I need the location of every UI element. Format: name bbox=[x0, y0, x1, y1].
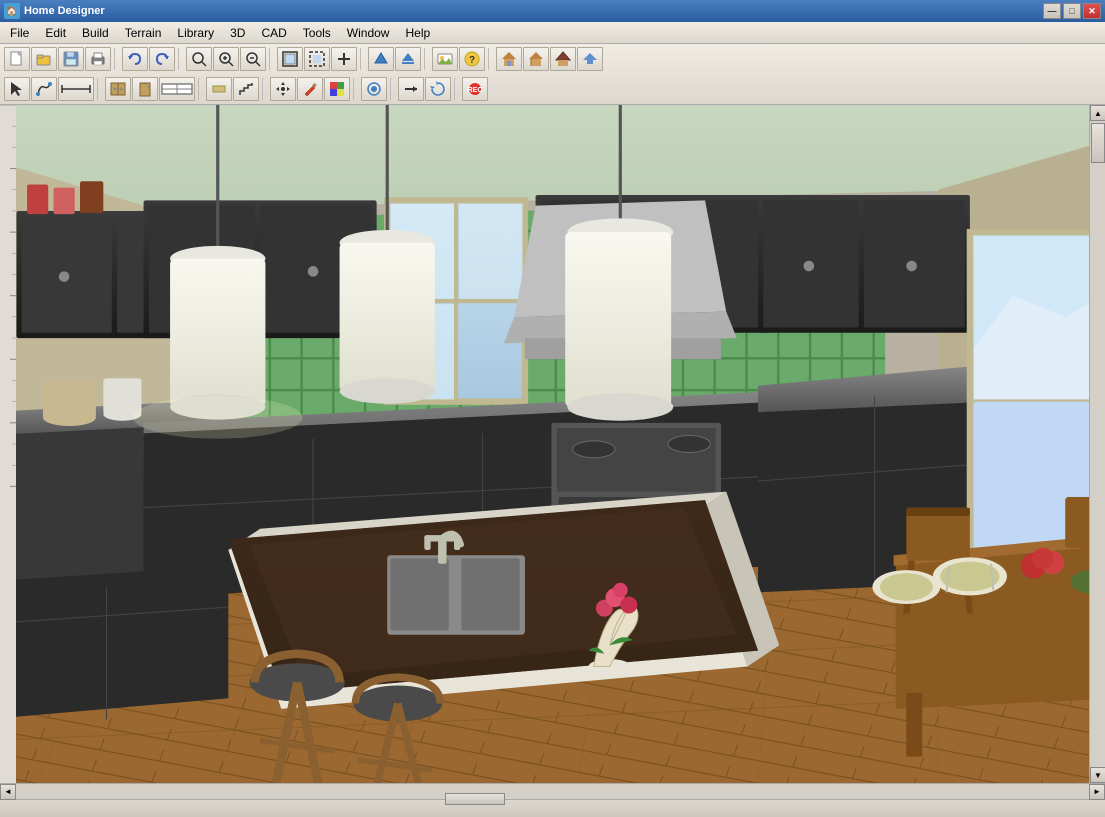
wall-button[interactable] bbox=[206, 77, 232, 101]
door-button[interactable] bbox=[132, 77, 158, 101]
new-button[interactable] bbox=[4, 47, 30, 71]
toolbar-sep-4 bbox=[360, 48, 365, 70]
house1-button[interactable] bbox=[496, 47, 522, 71]
undo-button[interactable] bbox=[122, 47, 148, 71]
scroll-thumb-vertical[interactable] bbox=[1091, 123, 1105, 163]
save-button[interactable] bbox=[58, 47, 84, 71]
left-ruler bbox=[0, 105, 16, 783]
stair-button[interactable] bbox=[233, 77, 259, 101]
material-button[interactable] bbox=[324, 77, 350, 101]
menu-build[interactable]: Build bbox=[74, 24, 117, 42]
menu-terrain[interactable]: Terrain bbox=[117, 24, 170, 42]
toolbar-row-2: REC bbox=[0, 74, 1105, 104]
open-button[interactable] bbox=[31, 47, 57, 71]
maximize-button[interactable]: □ bbox=[1063, 3, 1081, 19]
cabinet-button[interactable] bbox=[105, 77, 131, 101]
image-button[interactable] bbox=[432, 47, 458, 71]
menu-window[interactable]: Window bbox=[339, 24, 398, 42]
house2-button[interactable] bbox=[523, 47, 549, 71]
window-button[interactable] bbox=[159, 77, 195, 101]
print-button[interactable] bbox=[85, 47, 111, 71]
menu-3d[interactable]: 3D bbox=[222, 24, 253, 42]
svg-text:?: ? bbox=[469, 55, 475, 66]
scroll-track-vertical bbox=[1090, 121, 1105, 767]
toolbar2-sep-1 bbox=[97, 78, 102, 100]
scroll-right-button[interactable]: ► bbox=[1089, 784, 1105, 800]
scroll-down-button[interactable]: ▼ bbox=[1090, 767, 1105, 783]
app-title: Home Designer bbox=[24, 5, 1043, 17]
paint-button[interactable] bbox=[297, 77, 323, 101]
menu-help[interactable]: Help bbox=[397, 24, 438, 42]
kitchen-scene bbox=[16, 105, 1089, 783]
svg-text:REC: REC bbox=[468, 87, 483, 94]
status-bar bbox=[0, 799, 1105, 817]
toolbar-sep-3 bbox=[269, 48, 274, 70]
roof-button[interactable] bbox=[550, 47, 576, 71]
help-btn[interactable]: ? bbox=[459, 47, 485, 71]
toolbar-container: ? bbox=[0, 44, 1105, 105]
window-controls: — □ ✕ bbox=[1043, 3, 1101, 19]
menu-tools[interactable]: Tools bbox=[295, 24, 339, 42]
move-button[interactable] bbox=[270, 77, 296, 101]
toolbar2-sep-4 bbox=[353, 78, 358, 100]
main-area: ▲ ▼ bbox=[0, 105, 1105, 783]
add-button[interactable] bbox=[331, 47, 357, 71]
arrow-tool-button[interactable] bbox=[398, 77, 424, 101]
scroll-left-button[interactable]: ◄ bbox=[0, 784, 16, 800]
arrow-up-button[interactable] bbox=[368, 47, 394, 71]
arrow-up2-button[interactable] bbox=[395, 47, 421, 71]
select-all-button[interactable] bbox=[304, 47, 330, 71]
close-button[interactable]: ✕ bbox=[1083, 3, 1101, 19]
menu-cad[interactable]: CAD bbox=[253, 24, 294, 42]
select-tool-button[interactable] bbox=[4, 77, 30, 101]
zoom-out-button[interactable] bbox=[240, 47, 266, 71]
right-scrollbar: ▲ ▼ bbox=[1089, 105, 1105, 783]
title-bar: 🏠 Home Designer — □ ✕ bbox=[0, 0, 1105, 22]
toolbar-sep-6 bbox=[488, 48, 493, 70]
toolbar2-sep-2 bbox=[198, 78, 203, 100]
toolbar2-sep-6 bbox=[454, 78, 459, 100]
toolbar-sep-1 bbox=[114, 48, 119, 70]
menu-library[interactable]: Library bbox=[169, 24, 222, 42]
minimize-button[interactable]: — bbox=[1043, 3, 1061, 19]
toolbar-row-1: ? bbox=[0, 44, 1105, 74]
fit-button[interactable] bbox=[277, 47, 303, 71]
dimension-button[interactable] bbox=[58, 77, 94, 101]
redo-button[interactable] bbox=[149, 47, 175, 71]
record-button[interactable]: REC bbox=[462, 77, 488, 101]
scroll-up-button[interactable]: ▲ bbox=[1090, 105, 1105, 121]
toolbar-sep-5 bbox=[424, 48, 429, 70]
canvas-area bbox=[16, 105, 1089, 783]
menu-file[interactable]: File bbox=[2, 24, 37, 42]
zoom-button[interactable] bbox=[186, 47, 212, 71]
toolbar-sep-2 bbox=[178, 48, 183, 70]
polyline-button[interactable] bbox=[31, 77, 57, 101]
toolbar2-sep-5 bbox=[390, 78, 395, 100]
symbol-button[interactable] bbox=[361, 77, 387, 101]
menu-bar: File Edit Build Terrain Library 3D CAD T… bbox=[0, 22, 1105, 44]
toolbar2-sep-3 bbox=[262, 78, 267, 100]
transform-button[interactable] bbox=[425, 77, 451, 101]
horizontal-scrollbar: ◄ ► bbox=[0, 783, 1105, 799]
app-icon: 🏠 bbox=[4, 3, 20, 19]
zoom-in-button[interactable] bbox=[213, 47, 239, 71]
menu-edit[interactable]: Edit bbox=[37, 24, 74, 42]
export-button[interactable] bbox=[577, 47, 603, 71]
scroll-thumb-horizontal[interactable] bbox=[445, 793, 505, 805]
